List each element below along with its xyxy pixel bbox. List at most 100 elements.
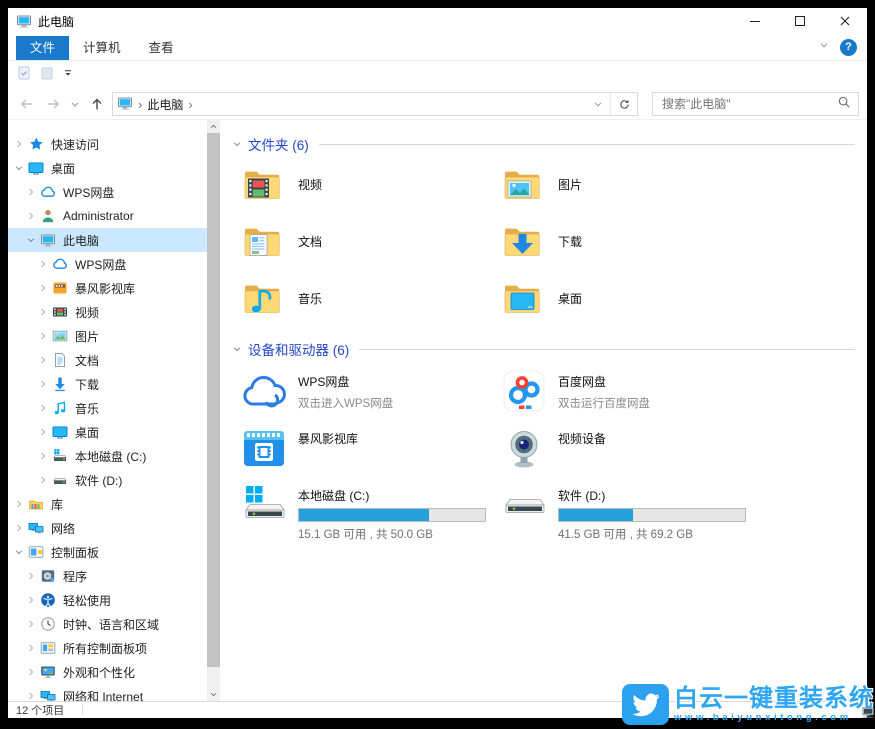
- sidebar-item[interactable]: 所有控制面板项: [8, 636, 207, 660]
- sidebar-item[interactable]: 程序: [8, 564, 207, 588]
- chevron-right-icon[interactable]: [36, 355, 49, 365]
- chevron-right-icon[interactable]: [36, 427, 49, 437]
- chevron-right-icon[interactable]: [24, 667, 37, 677]
- sidebar-item[interactable]: 软件 (D:): [8, 468, 207, 492]
- device-tile[interactable]: 暴风影视库: [242, 424, 502, 472]
- control-panel-icon: [28, 544, 45, 560]
- address-dropdown-icon[interactable]: [586, 93, 610, 115]
- sidebar-item-label: 控制面板: [51, 544, 99, 561]
- folder-tile[interactable]: 视频: [242, 162, 502, 210]
- sidebar-scrollbar[interactable]: [207, 120, 220, 701]
- capacity-bar-fill: [559, 509, 633, 521]
- refresh-icon[interactable]: [610, 93, 637, 115]
- chevron-right-icon[interactable]: [36, 451, 49, 461]
- chevron-right-icon[interactable]: [24, 691, 37, 701]
- search-input[interactable]: [660, 96, 837, 112]
- chevron-right-icon[interactable]: [36, 307, 49, 317]
- sidebar-item[interactable]: WPS网盘: [8, 252, 207, 276]
- scroll-up-icon[interactable]: [207, 120, 220, 133]
- chevron-right-icon[interactable]: [36, 331, 49, 341]
- sidebar-item[interactable]: 文档: [8, 348, 207, 372]
- customize-toolbar-icon[interactable]: [62, 66, 74, 84]
- scrollbar-thumb[interactable]: [207, 133, 220, 667]
- chevron-down-icon[interactable]: [230, 139, 243, 149]
- maximize-button[interactable]: [777, 8, 822, 34]
- device-tile[interactable]: WPS网盘双击进入WPS网盘: [242, 367, 502, 415]
- address-bar[interactable]: › 此电脑 ›: [112, 92, 638, 116]
- chevron-right-icon[interactable]: [24, 187, 37, 197]
- network-icon: [28, 520, 45, 536]
- chevron-right-icon[interactable]: [12, 139, 25, 149]
- sidebar-item[interactable]: WPS网盘: [8, 180, 207, 204]
- music-icon: [52, 400, 69, 416]
- folder-tile[interactable]: 下载: [502, 219, 762, 267]
- sidebar-item[interactable]: 本地磁盘 (C:): [8, 444, 207, 468]
- up-button[interactable]: [86, 92, 108, 116]
- sidebar-item[interactable]: 桌面: [8, 420, 207, 444]
- chevron-right-icon[interactable]: [36, 475, 49, 485]
- sidebar-item[interactable]: 轻松使用: [8, 588, 207, 612]
- menu-item-computer[interactable]: 计算机: [69, 36, 135, 60]
- device-tile[interactable]: 百度网盘双击运行百度网盘: [502, 367, 762, 415]
- sidebar-item[interactable]: 网络: [8, 516, 207, 540]
- desktop-icon: [28, 160, 45, 176]
- chevron-right-icon[interactable]: [24, 595, 37, 605]
- sidebar-item[interactable]: 外观和个性化: [8, 660, 207, 684]
- sidebar-item-label: 所有控制面板项: [63, 640, 147, 657]
- sidebar-item[interactable]: 库: [8, 492, 207, 516]
- sidebar-item-label: 时钟、语言和区域: [63, 616, 159, 633]
- sidebar-item[interactable]: 网络和 Internet: [8, 684, 207, 701]
- chevron-right-icon[interactable]: [36, 259, 49, 269]
- chevron-right-icon[interactable]: [36, 379, 49, 389]
- chevron-right-icon[interactable]: [24, 643, 37, 653]
- close-button[interactable]: [822, 8, 867, 34]
- properties-icon[interactable]: [16, 65, 32, 86]
- sidebar-item[interactable]: 控制面板: [8, 540, 207, 564]
- minimize-button[interactable]: [732, 8, 777, 34]
- folder-tile[interactable]: 图片: [502, 162, 762, 210]
- help-button[interactable]: ?: [840, 39, 857, 56]
- chevron-right-icon[interactable]: [36, 403, 49, 413]
- scroll-down-icon[interactable]: [207, 688, 220, 701]
- sidebar-item[interactable]: 桌面: [8, 156, 207, 180]
- folder-tile[interactable]: 音乐: [242, 276, 502, 324]
- sidebar-item[interactable]: 音乐: [8, 396, 207, 420]
- menu-item-view[interactable]: 查看: [135, 36, 188, 60]
- search-box[interactable]: [652, 92, 859, 116]
- expand-ribbon-icon[interactable]: [818, 38, 830, 56]
- sidebar-item[interactable]: 此电脑: [8, 228, 207, 252]
- drive-tile[interactable]: 软件 (D:)41.5 GB 可用 , 共 69.2 GB: [502, 481, 762, 529]
- chevron-down-icon[interactable]: [12, 547, 25, 557]
- chevron-down-icon[interactable]: [24, 235, 37, 245]
- new-folder-icon[interactable]: [39, 65, 55, 86]
- chevron-right-icon[interactable]: [24, 571, 37, 581]
- watermark: 白云一键重装系统 www.baiyunxitong.com: [622, 684, 874, 725]
- chevron-right-icon[interactable]: [12, 523, 25, 533]
- device-tile[interactable]: 视频设备: [502, 424, 762, 472]
- body: 快速访问桌面WPS网盘Administrator此电脑WPS网盘暴风影视库视频图…: [8, 120, 867, 701]
- tile-label: 桌面: [558, 290, 582, 307]
- forward-button[interactable]: [42, 92, 64, 116]
- folder-tile[interactable]: 文档: [242, 219, 502, 267]
- chevron-right-icon[interactable]: [12, 499, 25, 509]
- sidebar-item[interactable]: 暴风影视库: [8, 276, 207, 300]
- sidebar-item[interactable]: 快速访问: [8, 132, 207, 156]
- sidebar-item[interactable]: 图片: [8, 324, 207, 348]
- breadcrumb[interactable]: 此电脑: [147, 96, 183, 113]
- chevron-down-icon[interactable]: [230, 344, 243, 354]
- menu-item-file[interactable]: 文件: [16, 36, 69, 60]
- chevron-right-icon[interactable]: [24, 619, 37, 629]
- sidebar-item[interactable]: 时钟、语言和区域: [8, 612, 207, 636]
- sidebar-item[interactable]: 下载: [8, 372, 207, 396]
- back-button[interactable]: [16, 92, 38, 116]
- chevron-right-icon[interactable]: [36, 283, 49, 293]
- drive-tile[interactable]: 本地磁盘 (C:)15.1 GB 可用 , 共 50.0 GB: [242, 481, 502, 529]
- folder-tile[interactable]: 桌面: [502, 276, 762, 324]
- drive-capacity-text: 15.1 GB 可用 , 共 50.0 GB: [298, 526, 486, 542]
- search-icon[interactable]: [837, 95, 851, 114]
- chevron-down-icon[interactable]: [12, 163, 25, 173]
- sidebar-item[interactable]: Administrator: [8, 204, 207, 228]
- chevron-right-icon[interactable]: [24, 211, 37, 221]
- sidebar-item[interactable]: 视频: [8, 300, 207, 324]
- recent-locations-icon[interactable]: [68, 98, 82, 110]
